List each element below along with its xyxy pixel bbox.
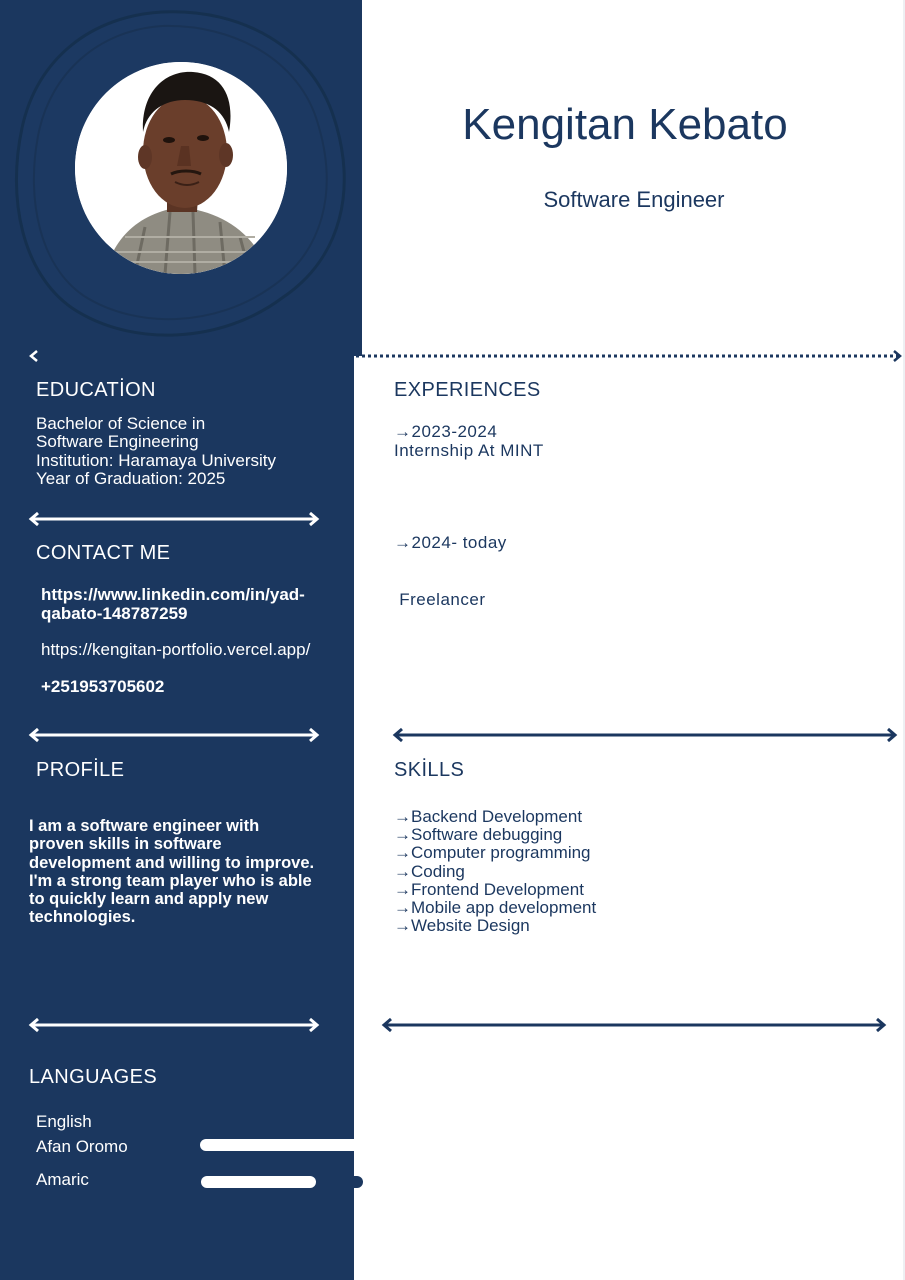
linkedin-link[interactable]: https://www.linkedin.com/in/yad- qabato-… <box>41 585 305 624</box>
education-field: Software Engineering <box>36 432 199 452</box>
skills-heading: SKİLLS <box>394 759 465 781</box>
profile-heading: PROFİLE <box>36 759 125 781</box>
experience-period: →2024- today <box>394 533 507 552</box>
skill-item: →Backend Development <box>394 807 583 826</box>
profile-summary: I am a software engineer with proven ski… <box>29 817 314 927</box>
person-name: Kengitan Kebato <box>462 100 788 149</box>
portfolio-link[interactable]: https://kengitan-portfolio.vercel.app/ <box>41 640 310 660</box>
profile-line: I am a software engineer with <box>29 817 260 835</box>
contact-heading: CONTACT ME <box>36 542 171 564</box>
double-arrow-divider <box>392 727 898 743</box>
education-institution: Institution: Haramaya University <box>36 450 276 470</box>
education-heading: EDUCATİON <box>36 379 156 401</box>
skill-item: →Frontend Development <box>394 879 584 899</box>
skills-list: →Backend Development →Software debugging… <box>394 807 597 936</box>
experiences-heading: EXPERIENCES <box>394 379 541 401</box>
education-graduation: Year of Graduation: 2025 <box>36 468 226 488</box>
double-arrow-divider <box>381 1017 887 1033</box>
experience-period: →2023-2024 <box>394 422 498 441</box>
skill-item: →Software debugging <box>394 825 563 845</box>
header-background <box>354 0 362 356</box>
skill-item: →Computer programming <box>394 843 591 863</box>
language-afan-oromo: Afan Oromo <box>36 1137 128 1156</box>
skill-item: →Mobile app development <box>394 898 597 918</box>
linkedin-link-line1[interactable]: https://www.linkedin.com/in/yad- <box>41 585 305 605</box>
language-level-bar-amaric <box>201 1176 316 1188</box>
double-arrow-divider <box>28 1017 320 1033</box>
education-details: Bachelor of Science in Software Engineer… <box>36 414 276 488</box>
languages-heading: LANGUAGES <box>29 1066 158 1088</box>
profile-line: I'm a strong team player who is able <box>29 871 312 890</box>
profile-line: development and willing to improve. <box>29 853 315 872</box>
profile-line: to quickly learn and apply new <box>29 890 269 909</box>
double-arrow-divider <box>28 727 320 743</box>
profile-photo <box>75 62 287 274</box>
skill-item: →Website Design <box>394 916 530 936</box>
language-amaric: Amaric <box>36 1170 89 1189</box>
language-english: English <box>36 1112 92 1131</box>
job-title: Software Engineer <box>543 187 725 212</box>
experience-item: →2024- today Freelancer <box>394 495 507 628</box>
person-portrait-icon <box>75 62 287 274</box>
education-degree: Bachelor of Science in <box>36 414 206 433</box>
experience-role: Freelancer <box>394 590 486 609</box>
profile-line: proven skills in software <box>29 835 222 854</box>
dotted-arrow-divider <box>29 350 902 362</box>
linkedin-link-line2[interactable]: qabato-148787259 <box>41 604 305 624</box>
profile-line: technologies. <box>29 908 136 927</box>
phone-number: +251953705602 <box>41 677 165 696</box>
skill-item: →Coding <box>394 861 465 881</box>
experience-role: Internship At MINT <box>394 441 544 460</box>
double-arrow-divider <box>28 511 320 527</box>
experience-item: →2023-2024 Internship At MINT <box>394 422 544 460</box>
language-level-bar-afan-oromo <box>200 1139 360 1151</box>
